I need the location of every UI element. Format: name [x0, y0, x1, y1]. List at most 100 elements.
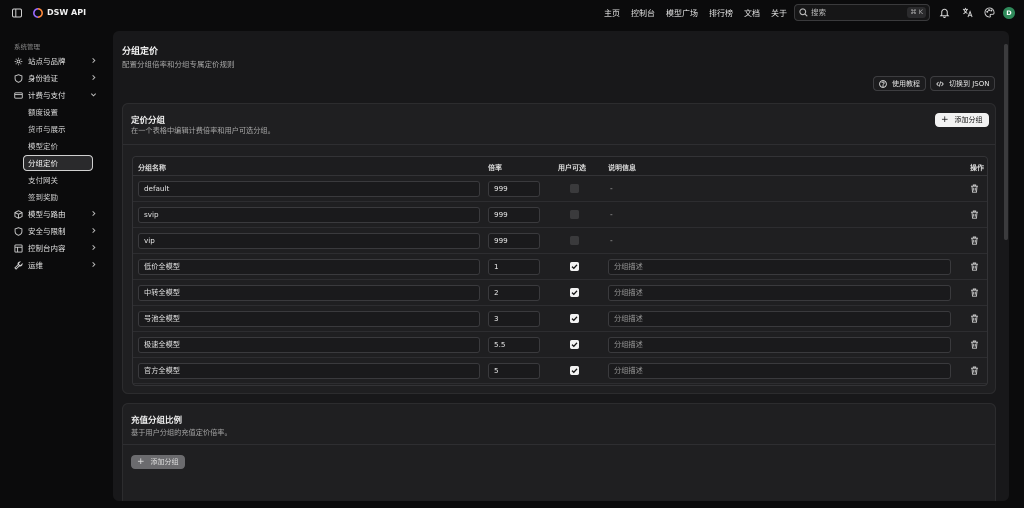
description-input[interactable]: 分组描述 [608, 285, 951, 301]
description-input[interactable]: 分组描述 [608, 259, 951, 275]
nav-home[interactable]: 主页 [604, 8, 620, 19]
selectable-checkbox[interactable] [570, 340, 579, 349]
selectable-checkbox[interactable] [570, 366, 579, 375]
check-icon [571, 342, 578, 348]
ratio-input[interactable]: 2 [488, 285, 540, 301]
trash-icon[interactable] [970, 288, 979, 297]
ratio-input[interactable]: 999 [488, 207, 540, 223]
description-input[interactable]: 分组描述 [608, 337, 951, 353]
page-title: 分组定价 [122, 47, 159, 57]
sidebar-item-console-content[interactable]: 控制台内容 [14, 241, 100, 255]
table-row: svip 999 - [133, 202, 987, 228]
bell-icon[interactable] [939, 7, 950, 18]
table-row: 号池全模型 3 分组描述 [133, 306, 987, 332]
nav-console[interactable]: 控制台 [631, 8, 655, 19]
selectable-checkbox[interactable] [570, 314, 579, 323]
gear-icon [14, 57, 23, 66]
sidebar-subitem-model-pricing[interactable]: 模型定价 [28, 140, 58, 153]
sidebar-item-auth[interactable]: 身份验证 [14, 71, 100, 85]
add-recharge-group-label: 添加分组 [150, 458, 179, 466]
add-group-button[interactable]: + 添加分组 [935, 113, 989, 127]
group-name-input[interactable]: 低价全模型 [138, 259, 480, 275]
chevron-right-icon [90, 74, 97, 81]
sidebar-item-ops[interactable]: 运维 [14, 258, 100, 272]
group-name-input[interactable]: 官方全模型 [138, 363, 480, 379]
description-input[interactable]: 分组描述 [608, 311, 951, 327]
toggle-json-button[interactable]: 切换到 JSON [930, 76, 996, 91]
trash-icon[interactable] [970, 262, 979, 271]
plus-icon: + [137, 456, 145, 467]
nav-leaderboard[interactable]: 排行榜 [709, 8, 733, 19]
sidebar-subitem-currency[interactable]: 货币与展示 [28, 123, 66, 136]
selectable-checkbox[interactable] [570, 236, 579, 245]
nav-about[interactable]: 关于 [771, 8, 787, 19]
logo-icon[interactable] [33, 8, 43, 18]
group-name-input[interactable]: svip [138, 207, 480, 223]
ratio-input[interactable]: 3 [488, 311, 540, 327]
check-icon [571, 368, 578, 374]
group-name-input[interactable]: 号池全模型 [138, 311, 480, 327]
sidebar-subitem-group-pricing[interactable]: 分组定价 [23, 155, 93, 171]
divider [123, 444, 995, 445]
avatar[interactable]: D [1003, 7, 1015, 19]
sidebar-toggle-icon[interactable] [12, 8, 22, 18]
table-row: 极速全模型 5.5 分组描述 [133, 332, 987, 358]
ratio-input[interactable]: 999 [488, 233, 540, 249]
trash-icon[interactable] [970, 314, 979, 323]
sidebar-item-site-brand[interactable]: 站点与品牌 [14, 54, 100, 68]
selectable-checkbox[interactable] [570, 262, 579, 271]
palette-icon[interactable] [984, 7, 995, 18]
description-input[interactable]: 分组描述 [608, 363, 951, 379]
group-name-input[interactable]: 极速全模型 [138, 337, 480, 353]
trash-icon[interactable] [970, 236, 979, 245]
trash-icon[interactable] [970, 210, 979, 219]
pricing-table: 分组名称 倍率 用户可选 说明信息 操作 default 999 - svip 999 -… [132, 156, 988, 386]
col-selectable: 用户可选 [558, 164, 586, 172]
sidebar-subitem-checkin-reward[interactable]: 签到奖励 [28, 191, 58, 204]
sidebar-item-models-routing[interactable]: 模型与路由 [14, 207, 100, 221]
sidebar-subitem-quota[interactable]: 额度设置 [28, 106, 58, 119]
help-circle-icon [879, 79, 887, 88]
shield-icon [14, 226, 23, 236]
ratio-input[interactable]: 1 [488, 259, 540, 275]
ratio-input[interactable]: 999 [488, 181, 540, 197]
sidebar-item-label: 身份验证 [28, 73, 58, 83]
sidebar-item-label: 控制台内容 [28, 243, 66, 253]
trash-icon[interactable] [970, 184, 979, 193]
app-title[interactable]: DSW API [47, 8, 86, 17]
table-row: 官方全模型 5 分组描述 [133, 358, 987, 384]
table-row: default 999 - [133, 176, 987, 202]
trash-icon[interactable] [970, 366, 979, 375]
nav-model-square[interactable]: 模型广场 [666, 8, 698, 19]
cube-icon [14, 209, 23, 219]
search-input[interactable]: 搜索 ⌘ K [794, 4, 930, 21]
ratio-input[interactable]: 5.5 [488, 337, 540, 353]
sidebar-subitem-payment-gateway[interactable]: 支付网关 [28, 174, 58, 187]
help-button[interactable]: 使用教程 [873, 76, 926, 91]
sidebar-item-billing[interactable]: 计费与支付 [14, 88, 100, 102]
group-name-input[interactable]: vip [138, 233, 480, 249]
trash-icon[interactable] [970, 340, 979, 349]
group-name-input[interactable]: 中转全模型 [138, 285, 480, 301]
search-icon [799, 8, 808, 17]
add-recharge-group-button[interactable]: + 添加分组 [131, 455, 185, 469]
selectable-checkbox[interactable] [570, 288, 579, 297]
selectable-checkbox[interactable] [570, 184, 579, 193]
chevron-right-icon [90, 244, 97, 251]
card-title: 充值分组比例 [131, 416, 183, 426]
translate-icon[interactable] [962, 7, 973, 18]
scrollbar[interactable] [1004, 44, 1008, 240]
pricing-groups-card: 定价分组 在一个表格中编辑计费倍率和用户可选分组。 + 添加分组 分组名称 倍率… [122, 103, 996, 394]
sidebar-group-title: 系统管理 [14, 43, 40, 51]
card-subtitle: 基于用户分组的充值定价倍率。 [131, 428, 232, 437]
ratio-input[interactable]: 5 [488, 363, 540, 379]
add-group-label: 添加分组 [954, 116, 983, 124]
group-name-input[interactable]: default [138, 181, 480, 197]
nav-docs[interactable]: 文档 [744, 8, 760, 19]
chevron-right-icon [90, 261, 97, 268]
sidebar-item-label: 安全与限制 [28, 226, 66, 236]
selectable-checkbox[interactable] [570, 210, 579, 219]
sidebar: 系统管理 站点与品牌 身份验证 计费与支付 额度设置 货币与展示 模型定价 分组… [0, 30, 110, 508]
divider [123, 144, 995, 145]
sidebar-item-security[interactable]: 安全与限制 [14, 224, 100, 238]
